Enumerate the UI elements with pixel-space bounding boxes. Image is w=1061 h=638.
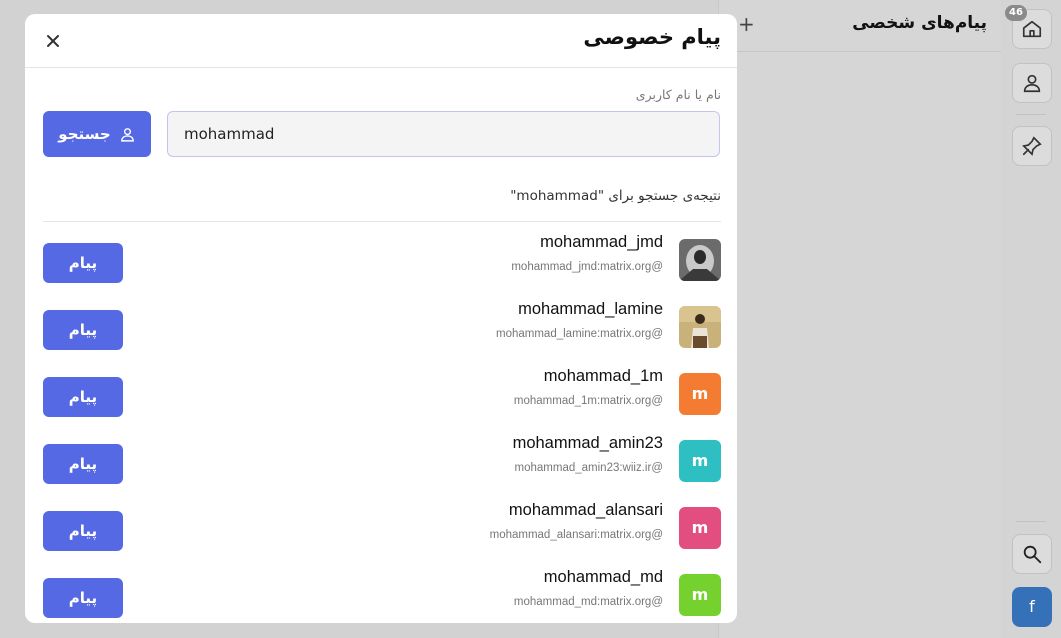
result-row[interactable]: m mohammad_amin23 @mohammad_amin23:wiiz.ir… [25,434,737,492]
result-row[interactable]: mohammad_lamine @mohammad_lamine:matrix.o… [25,300,737,358]
user-id: @mohammad_1m:matrix.org [513,395,663,407]
message-button[interactable]: پیام [43,578,123,618]
result-row[interactable]: mohammad_jmd @mohammad_jmd:matrix.org پیام [25,233,737,291]
message-button[interactable]: پیام [43,444,123,484]
pinned-button[interactable] [1012,126,1052,166]
user-display-name: mohammad_alansari [508,501,663,519]
dialog-title: پیام خصوصی [583,25,721,49]
search-icon [1023,545,1042,564]
user-icon [1023,74,1041,93]
user-avatar [679,239,721,281]
search-button[interactable] [1012,534,1052,574]
user-display-name: mohammad_amin23 [512,434,663,452]
user-id: @mohammad_alansari:matrix.org [489,529,663,541]
user-display-name: mohammad_1m [543,367,663,385]
message-button[interactable]: پیام [43,377,123,417]
space-rail: 46 f [999,0,1061,638]
results-divider [43,221,721,222]
room-list-panel: پیام‌های شخصی + [718,0,1001,638]
panel-title: پیام‌های شخصی [852,13,987,33]
result-row[interactable]: m mohammad_alansari @mohammad_alansari:mat… [25,501,737,559]
account-avatar[interactable]: f [1012,587,1052,627]
user-icon [120,127,134,142]
message-button[interactable]: پیام [43,243,123,283]
result-row[interactable]: m mohammad_1m @mohammad_1m:matrix.org پیام [25,367,737,425]
panel-header: پیام‌های شخصی + [719,0,1001,52]
close-button[interactable] [43,31,63,51]
user-id: @mohammad_md:matrix.org [513,596,663,608]
pin-icon [1022,136,1042,156]
unread-badge: 46 [1005,5,1027,21]
add-icon[interactable]: + [738,12,755,36]
direct-message-dialog: پیام خصوصی نام یا نام کاربری جستجو نتیجه… [25,14,737,623]
user-display-name: mohammad_md [543,568,663,586]
message-button[interactable]: پیام [43,511,123,551]
rail-divider [1016,114,1046,115]
close-icon [47,35,59,47]
people-button[interactable] [1012,63,1052,103]
dialog-header: پیام خصوصی [25,14,737,68]
result-caption: نتیجه‌ی جستجو برای "mohammad" [510,188,721,204]
search-field-label: نام یا نام کاربری [635,87,721,102]
message-button[interactable]: پیام [43,310,123,350]
user-id: @mohammad_amin23:wiiz.ir [514,462,663,474]
user-avatar: m [679,373,721,415]
user-avatar: m [679,507,721,549]
search-input[interactable] [167,111,720,157]
user-avatar: m [679,574,721,616]
user-id: @mohammad_lamine:matrix.org [496,328,663,340]
search-button-label: جستجو [58,125,111,143]
user-avatar: m [679,440,721,482]
user-id: @mohammad_jmd:matrix.org [511,261,663,273]
user-display-name: mohammad_jmd [540,233,663,251]
user-avatar [679,306,721,348]
rail-divider [1016,521,1046,522]
user-display-name: mohammad_lamine [518,300,663,318]
result-row[interactable]: m mohammad_md @mohammad_md:matrix.org پیام [25,568,737,623]
home-icon [1022,20,1042,38]
search-submit-button[interactable]: جستجو [43,111,151,157]
